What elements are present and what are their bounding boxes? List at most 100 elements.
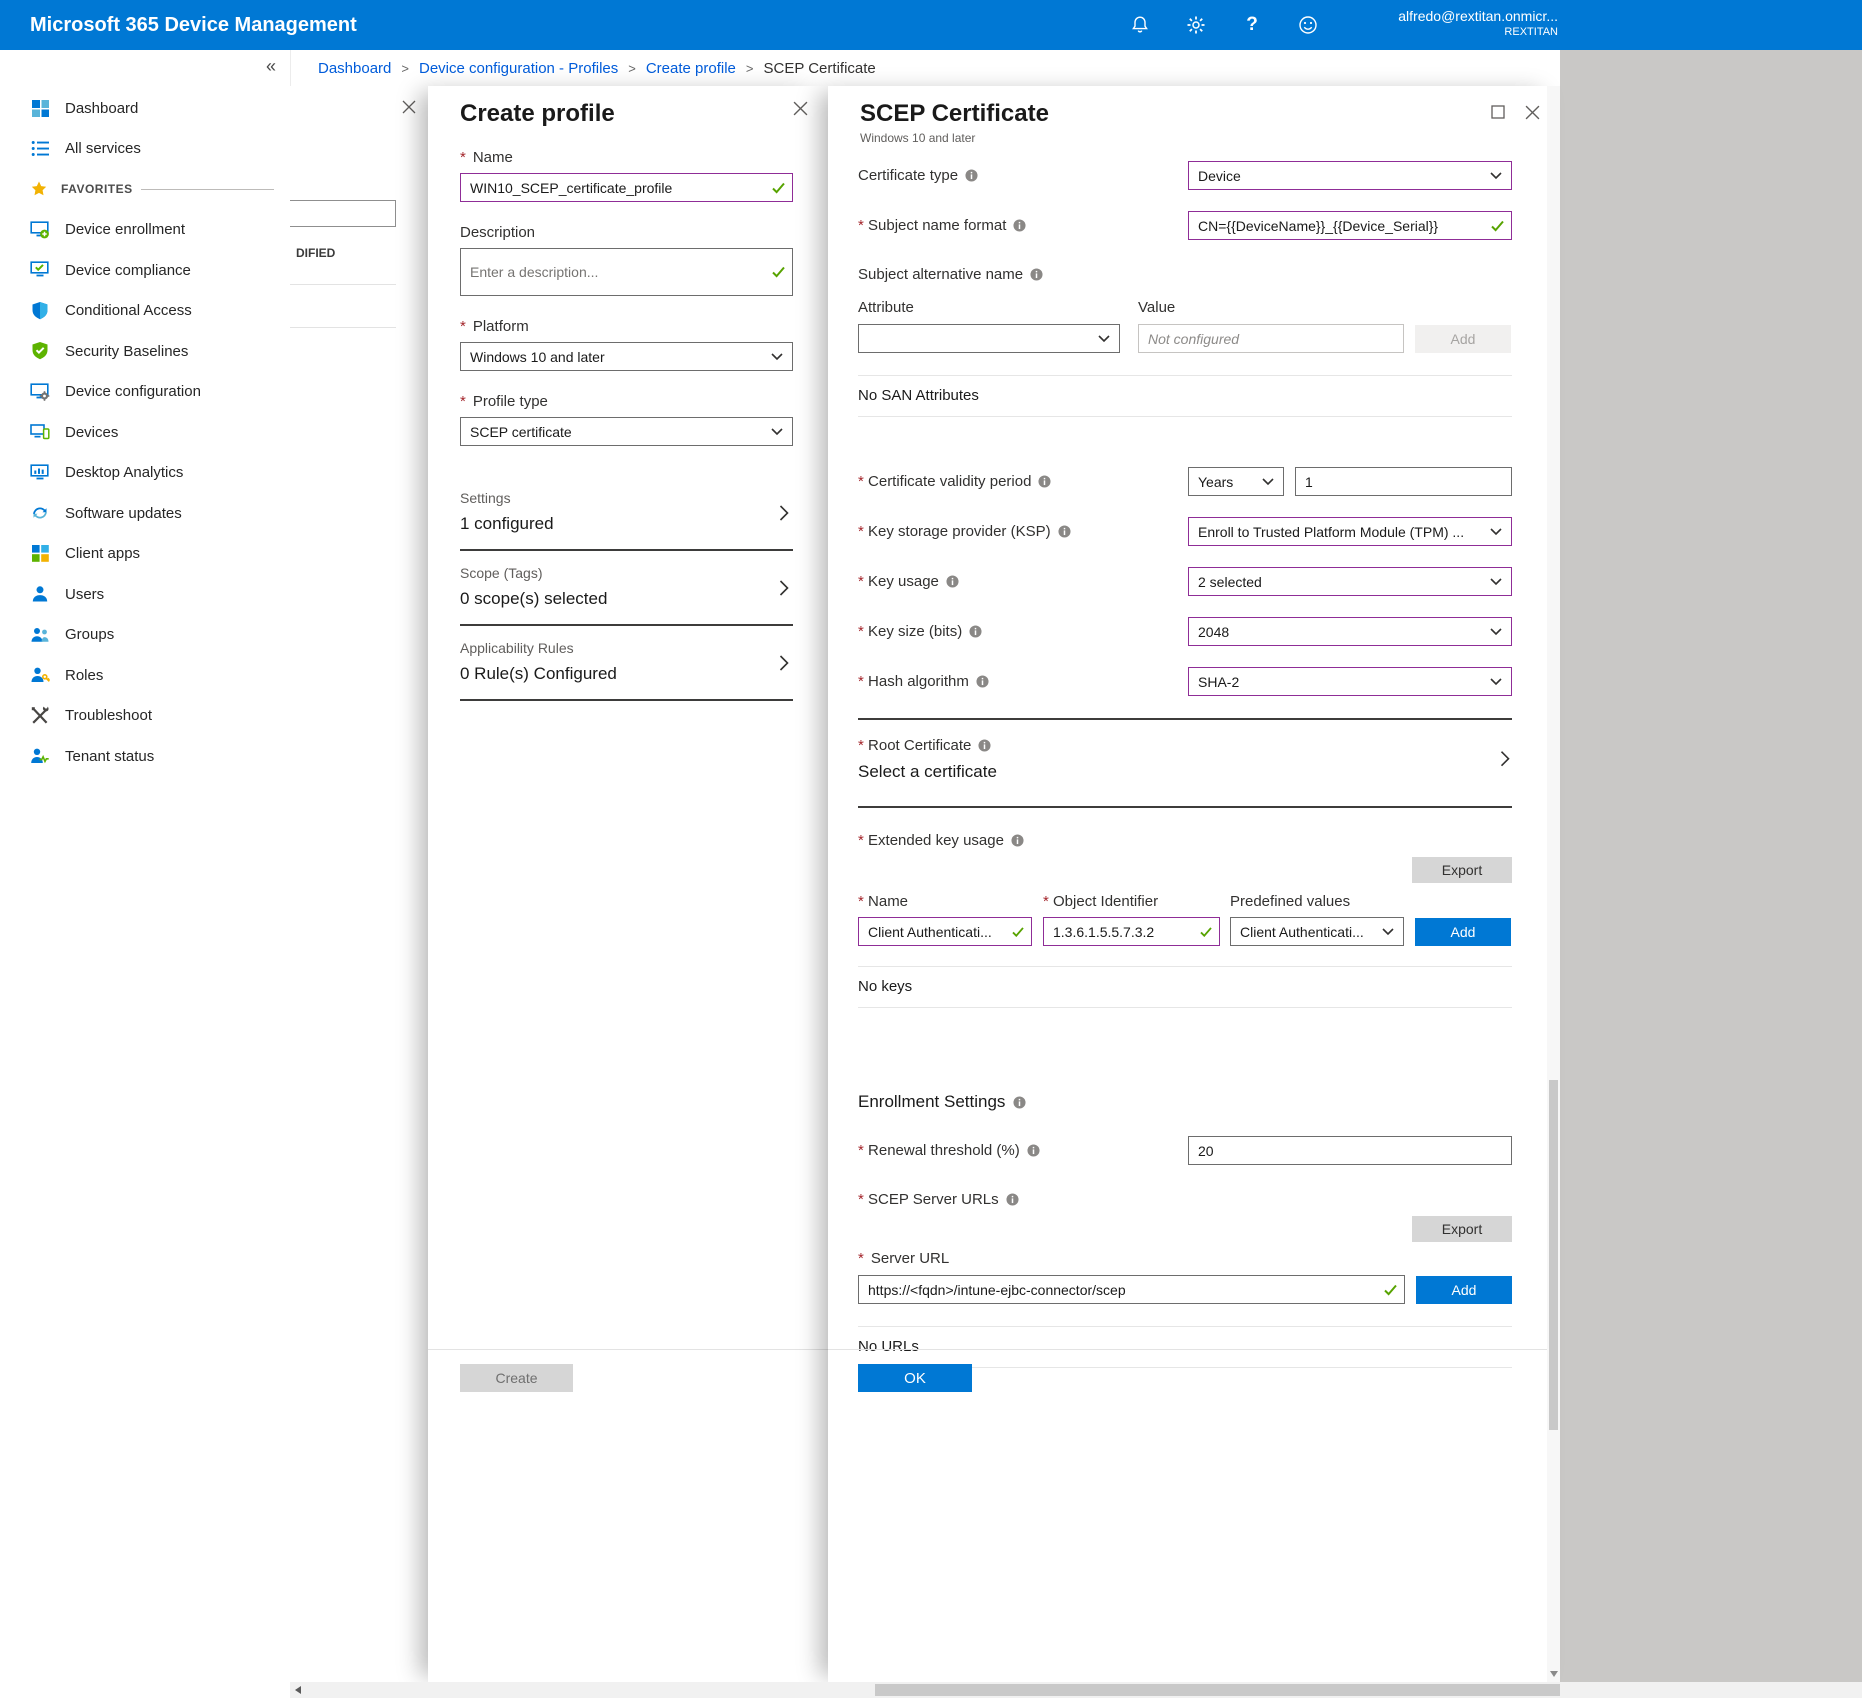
scroll-left-arrow-icon[interactable] [295, 1686, 301, 1694]
sidebar-item-all-services[interactable]: All services [0, 129, 290, 170]
horizontal-scrollbar[interactable] [290, 1682, 1862, 1698]
sidebar-item-device-enrollment[interactable]: Device enrollment [0, 210, 290, 251]
san-value-input [1138, 324, 1404, 353]
settings-gear-icon[interactable] [1184, 13, 1208, 37]
eku-export-button[interactable]: Export [1412, 857, 1512, 883]
sidebar-favorites-header: FAVORITES [0, 169, 290, 210]
scroll-down-arrow-icon[interactable] [1550, 1671, 1558, 1677]
renewal-threshold-input[interactable] [1188, 1136, 1512, 1165]
sidebar-item-label: Desktop Analytics [65, 464, 183, 481]
sidebar-item-device-configuration[interactable]: Device configuration [0, 372, 290, 413]
info-icon[interactable] [1027, 1144, 1040, 1157]
chevron-right-icon [779, 579, 789, 596]
close-icon[interactable] [793, 101, 808, 116]
server-url-input[interactable] [858, 1275, 1405, 1304]
certificate-type-label: Certificate type [858, 167, 958, 184]
info-icon[interactable] [1013, 219, 1026, 232]
horizontal-scrollbar-thumb[interactable] [875, 1684, 1560, 1696]
vertical-scrollbar[interactable] [1547, 86, 1560, 1682]
applicability-rules-section-row[interactable]: Applicability Rules 0 Rule(s) Configured [460, 626, 793, 701]
ok-button[interactable]: OK [858, 1364, 972, 1392]
roles-icon [30, 665, 50, 685]
breadcrumb-dashboard[interactable]: Dashboard [318, 60, 391, 77]
eku-oid-input[interactable] [1043, 917, 1220, 946]
feedback-smiley-icon[interactable] [1296, 13, 1320, 37]
certificate-type-dropdown[interactable]: Device [1188, 161, 1512, 190]
sidebar-item-roles[interactable]: Roles [0, 655, 290, 696]
renewal-threshold-label: Renewal threshold (%) [858, 1142, 1020, 1159]
breadcrumb-device-configuration-profiles[interactable]: Device configuration - Profiles [419, 60, 618, 77]
eku-add-button[interactable]: Add [1415, 918, 1511, 946]
info-icon[interactable] [1013, 1096, 1026, 1109]
close-icon[interactable] [1525, 105, 1540, 120]
eku-name-input[interactable] [858, 917, 1032, 946]
all-services-icon [30, 139, 50, 159]
ksp-dropdown[interactable]: Enroll to Trusted Platform Module (TPM) … [1188, 517, 1512, 546]
info-icon[interactable] [978, 739, 991, 752]
sidebar-item-groups[interactable]: Groups [0, 615, 290, 656]
info-icon[interactable] [1058, 525, 1071, 538]
sidebar-item-software-updates[interactable]: Software updates [0, 493, 290, 534]
sidebar-item-devices[interactable]: Devices [0, 412, 290, 453]
key-usage-dropdown[interactable]: 2 selected [1188, 567, 1512, 596]
profile-type-dropdown[interactable]: SCEP certificate [460, 417, 793, 446]
info-icon[interactable] [965, 169, 978, 182]
breadcrumb-create-profile[interactable]: Create profile [646, 60, 736, 77]
security-baselines-icon [30, 341, 50, 361]
info-icon[interactable] [969, 625, 982, 638]
sidebar-item-client-apps[interactable]: Client apps [0, 534, 290, 575]
sidebar-item-device-compliance[interactable]: Device compliance [0, 250, 290, 291]
info-icon[interactable] [976, 675, 989, 688]
info-icon[interactable] [946, 575, 959, 588]
notifications-bell-icon[interactable] [1128, 13, 1152, 37]
profile-name-input[interactable] [460, 173, 793, 202]
account-menu[interactable]: alfredo@rextitan.onmicr... REXTITAN [1398, 8, 1558, 38]
valid-check-icon [772, 182, 785, 193]
san-attribute-dropdown[interactable] [858, 324, 1120, 353]
maximize-icon[interactable] [1491, 105, 1505, 120]
sidebar-item-label: Software updates [65, 505, 182, 522]
sidebar-item-tenant-status[interactable]: Tenant status [0, 736, 290, 777]
validity-value-input[interactable] [1295, 467, 1512, 496]
server-url-wrap [858, 1275, 1405, 1304]
sidebar-item-users[interactable]: Users [0, 574, 290, 615]
conditional-access-icon [30, 301, 50, 321]
settings-section-row[interactable]: Settings 1 configured [460, 476, 793, 551]
sidebar-collapse-button[interactable]: « [266, 56, 276, 77]
close-icon[interactable] [402, 100, 416, 114]
profiles-list-panel-partial: DIFIED [290, 86, 428, 1682]
chevron-down-icon [1490, 578, 1502, 586]
sidebar-item-conditional-access[interactable]: Conditional Access [0, 291, 290, 332]
partial-search-input[interactable] [290, 200, 396, 227]
urls-export-button[interactable]: Export [1412, 1216, 1512, 1242]
sidebar-item-dashboard[interactable]: Dashboard [0, 88, 290, 129]
key-size-dropdown[interactable]: 2048 [1188, 617, 1512, 646]
scope-tags-section-row[interactable]: Scope (Tags) 0 scope(s) selected [460, 551, 793, 626]
info-icon[interactable] [1030, 268, 1043, 281]
partial-column-header: DIFIED [296, 246, 335, 260]
sidebar-item-desktop-analytics[interactable]: Desktop Analytics [0, 453, 290, 494]
sidebar-item-troubleshoot[interactable]: Troubleshoot [0, 696, 290, 737]
platform-label: Platform [460, 318, 793, 335]
eku-predefined-dropdown[interactable]: Client Authenticati... [1230, 917, 1404, 946]
validity-unit-dropdown[interactable]: Years [1188, 467, 1284, 496]
info-icon[interactable] [1006, 1193, 1019, 1206]
sidebar-item-label: Users [65, 586, 104, 603]
info-icon[interactable] [1038, 475, 1051, 488]
profile-description-input[interactable] [460, 248, 793, 296]
user-tenant: REXTITAN [1398, 26, 1558, 38]
chevron-down-icon [1382, 928, 1394, 936]
hash-algorithm-dropdown[interactable]: SHA-2 [1188, 667, 1512, 696]
info-icon[interactable] [1011, 834, 1024, 847]
subject-name-format-input[interactable] [1188, 211, 1512, 240]
vertical-scrollbar-thumb[interactable] [1549, 1080, 1558, 1430]
create-button[interactable]: Create [460, 1364, 573, 1392]
valid-check-icon [772, 267, 785, 278]
root-certificate-row[interactable]: Root Certificate Select a certificate [858, 720, 1512, 794]
platform-dropdown[interactable]: Windows 10 and later [460, 342, 793, 371]
help-icon[interactable]: ? [1240, 13, 1264, 37]
eku-empty-state: No keys [858, 966, 1512, 1008]
device-enrollment-icon [30, 220, 50, 240]
server-url-add-button[interactable]: Add [1416, 1276, 1512, 1304]
sidebar-item-security-baselines[interactable]: Security Baselines [0, 331, 290, 372]
